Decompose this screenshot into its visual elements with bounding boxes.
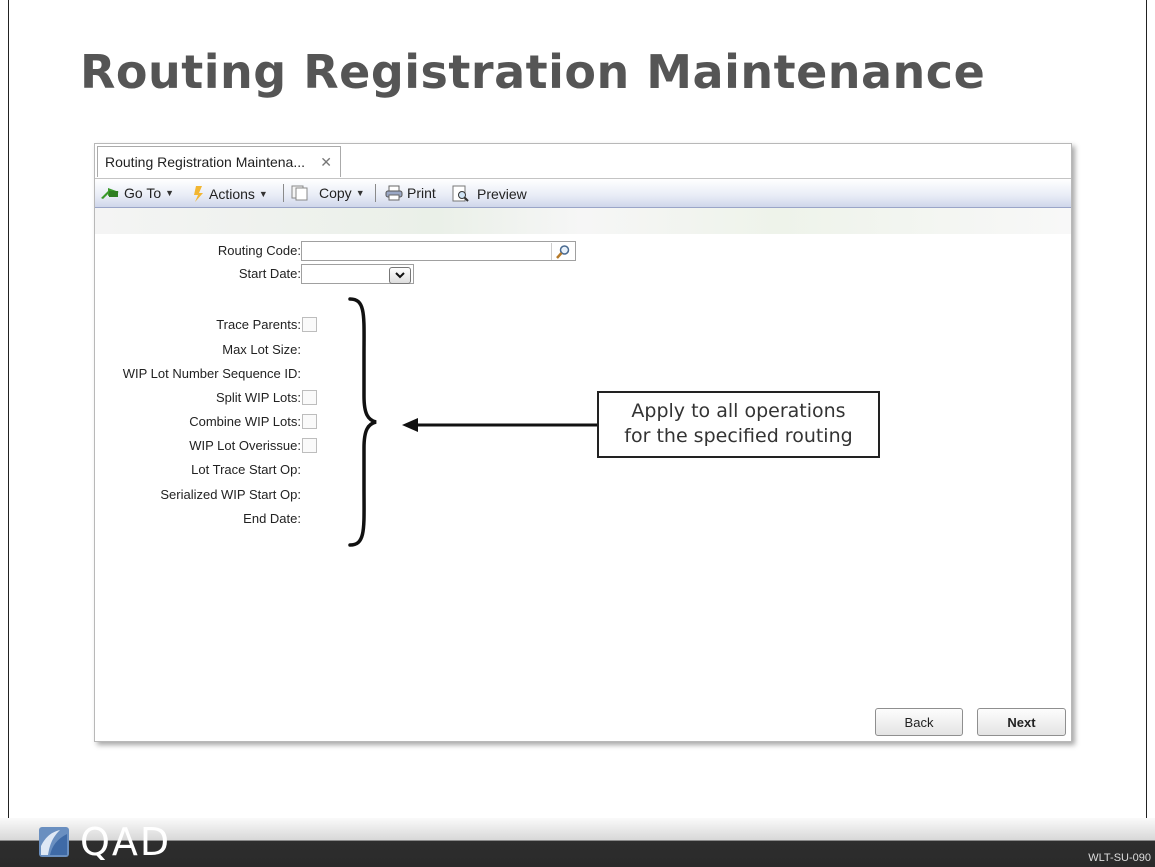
slide-title: Routing Registration Maintenance bbox=[80, 45, 986, 99]
actions-label: Actions bbox=[209, 186, 255, 202]
wip-lot-sequence-label: WIP Lot Number Sequence ID: bbox=[122, 366, 301, 381]
toolbar: Go To ▼ Actions ▼ Copy ▼ Print Preview bbox=[95, 179, 1071, 208]
tab-routing-registration[interactable]: Routing Registration Maintena... ✕ bbox=[97, 146, 341, 177]
next-button[interactable]: Next bbox=[977, 708, 1066, 736]
split-wip-lots-checkbox[interactable] bbox=[302, 390, 317, 405]
preview-label: Preview bbox=[477, 185, 527, 202]
max-lot-size-label: Max Lot Size: bbox=[222, 342, 301, 357]
trace-parents-label: Trace Parents: bbox=[216, 317, 301, 332]
goto-menu-button[interactable]: Go To ▼ bbox=[100, 185, 174, 201]
routing-code-input[interactable] bbox=[301, 241, 576, 261]
callout-line-2: for the specified routing bbox=[624, 425, 853, 447]
combine-wip-lots-checkbox[interactable] bbox=[302, 414, 317, 429]
copy-icon bbox=[291, 185, 308, 201]
goto-label: Go To bbox=[124, 185, 162, 201]
app-window: Routing Registration Maintena... ✕ Go To… bbox=[94, 143, 1072, 742]
wip-lot-overissue-label: WIP Lot Overissue: bbox=[189, 438, 301, 453]
back-button[interactable]: Back bbox=[875, 708, 963, 736]
toolbar-divider bbox=[375, 184, 376, 202]
lot-trace-start-op-label: Lot Trace Start Op: bbox=[191, 462, 301, 477]
actions-caret-icon: ▼ bbox=[258, 189, 268, 199]
goto-caret-icon: ▼ bbox=[165, 188, 175, 198]
trace-parents-checkbox[interactable] bbox=[302, 317, 317, 332]
callout-line-1: Apply to all operations bbox=[631, 400, 846, 422]
arrow-annotation bbox=[402, 418, 598, 432]
callout-box: Apply to all operations for the specifie… bbox=[597, 391, 880, 458]
serialized-wip-start-op-label: Serialized WIP Start Op: bbox=[160, 487, 301, 502]
magnifier-icon[interactable] bbox=[551, 243, 574, 260]
copy-menu-button[interactable]: Copy ▼ bbox=[291, 185, 365, 201]
qad-logo: QAD bbox=[38, 822, 171, 862]
footer-bar bbox=[0, 818, 1155, 867]
start-date-label: Start Date: bbox=[238, 266, 301, 281]
chevron-down-icon[interactable] bbox=[389, 267, 411, 284]
close-icon[interactable]: ✕ bbox=[320, 147, 332, 177]
logo-text: QAD bbox=[80, 820, 172, 864]
toolbar-divider bbox=[283, 184, 284, 202]
combine-wip-lots-label: Combine WIP Lots: bbox=[189, 414, 301, 429]
copy-label: Copy bbox=[319, 185, 352, 201]
slide-code: WLT-SU-090 bbox=[1088, 852, 1151, 864]
split-wip-lots-label: Split WIP Lots: bbox=[215, 390, 301, 405]
preview-icon bbox=[452, 185, 469, 202]
print-button[interactable]: Print bbox=[385, 185, 436, 201]
copy-caret-icon: ▼ bbox=[355, 188, 365, 198]
actions-menu-button[interactable]: Actions ▼ bbox=[193, 185, 268, 203]
end-date-label: End Date: bbox=[243, 511, 301, 526]
header-band bbox=[95, 208, 1071, 234]
actions-flag-icon bbox=[194, 186, 203, 202]
tab-strip: Routing Registration Maintena... ✕ bbox=[95, 144, 1071, 179]
tab-label: Routing Registration Maintena... bbox=[105, 154, 305, 170]
start-date-select[interactable] bbox=[301, 264, 414, 284]
qad-logo-icon bbox=[39, 827, 69, 857]
print-label: Print bbox=[407, 185, 436, 201]
preview-button[interactable]: Preview bbox=[451, 185, 527, 202]
printer-icon bbox=[385, 185, 403, 201]
green-arrow-icon bbox=[101, 188, 119, 199]
brace-annotation bbox=[348, 297, 377, 547]
routing-code-label: Routing Code: bbox=[217, 243, 301, 258]
wip-lot-overissue-checkbox[interactable] bbox=[302, 438, 317, 453]
